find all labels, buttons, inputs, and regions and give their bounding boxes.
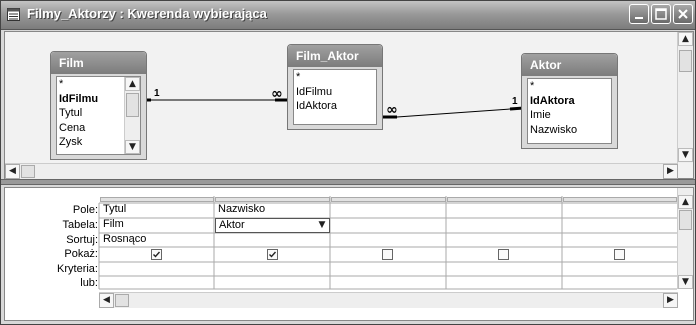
field-cell[interactable]: Tytul <box>100 203 214 218</box>
relation-one-label: 1 <box>154 88 160 99</box>
scroll-down-arrow-icon[interactable]: ▼ <box>678 148 693 162</box>
title-bar[interactable]: Filmy_Aktorzy : Kwerenda wybierająca <box>1 1 695 30</box>
horizontal-scrollbar[interactable]: ◀ ▶ <box>5 163 678 179</box>
table-aktor-fields[interactable]: * IdAktora Imie Nazwisko <box>527 78 612 144</box>
table-aktor-title[interactable]: Aktor <box>522 54 617 76</box>
scroll-up-arrow-icon[interactable]: ▲ <box>678 32 693 46</box>
table-aktor[interactable]: Aktor * IdAktora Imie Nazwisko <box>521 53 618 149</box>
scroll-thumb[interactable] <box>679 210 692 230</box>
sort-cell[interactable]: Rosnąco <box>100 233 214 248</box>
minimize-icon <box>635 17 643 19</box>
field-item[interactable]: Imie <box>528 108 611 123</box>
query-window: Filmy_Aktorzy : Kwerenda wybierająca 1 ∞… <box>0 0 696 325</box>
close-button[interactable] <box>673 4 693 24</box>
table-dropdown[interactable]: Aktor <box>215 218 330 233</box>
check-icon <box>153 251 161 258</box>
scroll-right-arrow-icon[interactable]: ▶ <box>663 164 678 179</box>
row-label-lub: lub: <box>80 277 98 289</box>
scroll-right-arrow-icon[interactable]: ▶ <box>663 293 678 308</box>
maximize-button[interactable] <box>651 4 671 24</box>
pane-splitter[interactable] <box>1 179 695 185</box>
field-item[interactable]: IdAktora <box>528 94 611 109</box>
column-selector[interactable] <box>563 197 677 202</box>
field-cell[interactable]: Nazwisko <box>215 203 330 218</box>
table-film-aktor[interactable]: Film_Aktor * IdFilmu IdAktora <box>287 44 383 130</box>
show-checkbox[interactable] <box>267 249 278 260</box>
show-checkbox[interactable] <box>382 249 393 260</box>
table-film-aktor-title[interactable]: Film_Aktor <box>288 45 382 67</box>
relation-one-label: 1 <box>512 96 518 107</box>
vertical-scrollbar[interactable]: ▲ ▼ <box>677 188 693 289</box>
scroll-left-arrow-icon[interactable]: ◀ <box>5 164 20 179</box>
row-label-pole: Pole: <box>72 204 98 216</box>
row-label-kryteria: Kryteria: <box>57 263 98 275</box>
window-title: Filmy_Aktorzy : Kwerenda wybierająca <box>27 6 267 21</box>
scroll-thumb[interactable] <box>679 50 692 72</box>
horizontal-scrollbar[interactable]: ◀ ▶ <box>99 292 678 308</box>
row-label-tabela: Tabela: <box>62 219 98 231</box>
query-design-grid[interactable]: Pole: Tabela: Sortuj: Pokaż: Kryteria: l… <box>4 187 694 321</box>
relation-many-label: ∞ <box>271 86 283 102</box>
chevron-down-icon[interactable]: ▼ <box>315 219 329 232</box>
field-item[interactable]: IdAktora <box>294 99 376 114</box>
scroll-left-arrow-icon[interactable]: ◀ <box>99 293 114 308</box>
close-icon <box>678 9 688 19</box>
vertical-scrollbar[interactable]: ▲ ▼ <box>677 32 693 163</box>
table-film-aktor-fields[interactable]: * IdFilmu IdAktora <box>293 69 377 125</box>
scroll-thumb[interactable] <box>115 294 129 307</box>
sort-cell[interactable] <box>215 233 330 248</box>
table-diagram-pane[interactable]: 1 ∞ ∞ 1 Film * IdFilmu Tytul Cena Zysk ▲… <box>4 31 694 179</box>
minimize-button[interactable] <box>629 4 649 24</box>
field-item[interactable]: IdFilmu <box>294 85 376 100</box>
column-selector[interactable] <box>100 197 214 202</box>
field-item[interactable]: Nazwisko <box>528 123 611 138</box>
scroll-up-arrow-icon[interactable]: ▲ <box>678 195 693 209</box>
check-icon <box>269 251 277 258</box>
scroll-down-arrow-icon[interactable]: ▼ <box>678 275 693 289</box>
column-selector[interactable] <box>331 197 446 202</box>
scroll-thumb[interactable] <box>21 165 35 178</box>
column-selector[interactable] <box>447 197 562 202</box>
query-window-icon <box>7 8 20 21</box>
scroll-down-arrow-icon[interactable]: ▼ <box>125 140 140 154</box>
field-item[interactable]: * <box>528 79 611 94</box>
row-label-sortuj: Sortuj: <box>66 234 98 246</box>
maximize-icon <box>655 8 667 20</box>
row-label-pokaz: Pokaż: <box>64 248 98 260</box>
scroll-thumb[interactable] <box>126 93 139 117</box>
scroll-up-arrow-icon[interactable]: ▲ <box>125 77 140 91</box>
field-item[interactable]: * <box>294 70 376 85</box>
column-selector[interactable] <box>215 197 330 202</box>
table-film-fields[interactable]: * IdFilmu Tytul Cena Zysk ▲ ▼ <box>56 76 141 155</box>
relation-many-label: ∞ <box>386 102 398 118</box>
show-checkbox[interactable] <box>498 249 509 260</box>
show-checkbox[interactable] <box>614 249 625 260</box>
show-checkbox[interactable] <box>151 249 162 260</box>
vertical-scrollbar[interactable]: ▲ ▼ <box>124 77 140 154</box>
table-film-title[interactable]: Film <box>51 52 146 74</box>
table-film[interactable]: Film * IdFilmu Tytul Cena Zysk ▲ ▼ <box>50 51 147 160</box>
table-cell[interactable]: Film <box>100 218 214 233</box>
